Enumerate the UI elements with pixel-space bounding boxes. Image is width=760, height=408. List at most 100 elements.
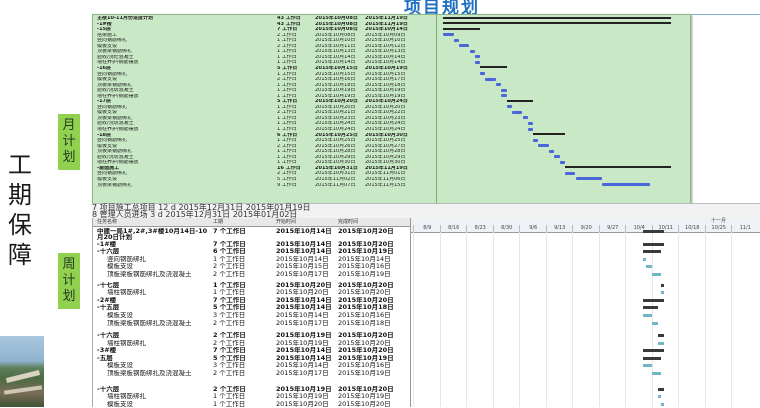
- summary-task-row[interactable]: -十五层 5 个工作日 2015年10月14日 2015年10月18日: [93, 304, 411, 312]
- summary-task-row[interactable]: -十七层 1 个工作日 2015年10月20日 2015年10月20日: [93, 282, 411, 290]
- task-bar[interactable]: [496, 83, 502, 87]
- summary-task-row[interactable]: -2#楼 7 个工作日 2015年10月14日 2015年10月20日: [93, 297, 411, 305]
- task-bar[interactable]: [527, 127, 534, 131]
- task-bar[interactable]: [506, 105, 512, 109]
- summary-bar[interactable]: [643, 306, 658, 310]
- task-row[interactable]: 验收/浇砼混凝土 1 工作日 2015年10月14日 2015年10月14日: [93, 55, 690, 60]
- summary-task-row[interactable]: -十六层 2 个工作日 2015年10月19日 2015年10月20日: [93, 386, 411, 394]
- task-row[interactable]: 模板支设 2 工作日 2015年10月11日 2015年10月12日: [93, 44, 690, 49]
- summary-bar[interactable]: [564, 166, 671, 169]
- task-bar[interactable]: [458, 44, 470, 48]
- task-row[interactable]: 墙柱钢筋绑扎 2 个工作日 2015年10月19日 2015年10月20日: [93, 340, 411, 348]
- summary-bar[interactable]: [443, 22, 671, 25]
- summary-bar[interactable]: [643, 356, 661, 360]
- task-row[interactable]: 模板支设 2 工作日 2015年10月26日 2015年10月27日: [93, 144, 690, 149]
- task-bar[interactable]: [652, 272, 661, 276]
- task-bar[interactable]: [643, 313, 652, 317]
- task-row[interactable]: 顶板梁钢筋绑扎 1 工作日 2015年10月18日 2015年10月18日: [93, 83, 690, 88]
- col-header-duration[interactable]: 工期: [213, 218, 223, 226]
- task-bar[interactable]: [658, 341, 664, 345]
- task-row[interactable]: 顶板梁板钢筋绑扎及浇混凝土 2 个工作日 2015年10月17日 2015年10月18…: [93, 320, 411, 333]
- task-bar[interactable]: [501, 94, 507, 98]
- summary-bar[interactable]: [506, 99, 534, 102]
- task-row[interactable]: 模板支设 3 个工作日 2015年10月14日 2015年10月16日: [93, 312, 411, 320]
- summary-task-row[interactable]: -十六层 2 个工作日 2015年10月19日 2015年10月20日: [93, 332, 411, 340]
- task-row[interactable]: 竖向钢筋绑扎 1 工作日 2015年10月20日 2015年10月20日: [93, 105, 690, 110]
- summary-task-row[interactable]: -五层 5 个工作日 2015年10月14日 2015年10月19日: [93, 355, 411, 363]
- task-bar[interactable]: [474, 55, 481, 59]
- task-row[interactable]: 顶板梁钢筋绑扎 1 工作日 2015年10月13日 2015年10月13日: [93, 49, 690, 54]
- summary-bar[interactable]: [443, 16, 671, 19]
- col-header-end[interactable]: 完成时间: [338, 218, 358, 226]
- task-row[interactable]: 顶板梁板钢筋绑扎及浇混凝土 2 个工作日 2015年10月17日 2015年10月19…: [93, 370, 411, 383]
- summary-task-row[interactable]: -18层 6 工作日 2015年10月25日 2015年10月30日: [93, 133, 690, 138]
- task-row[interactable]: 验收/浇筑混凝土 1 工作日 2015年10月29日 2015年10月29日: [93, 155, 690, 160]
- task-row[interactable]: 顶板梁钢筋绑扎 1 工作日 2015年10月23日 2015年10月23日: [93, 116, 690, 121]
- task-bar[interactable]: [658, 395, 661, 399]
- summary-bar[interactable]: [480, 66, 507, 69]
- task-bar[interactable]: [443, 33, 454, 37]
- task-row[interactable]: 墙柱钢筋绑扎 1 个工作日 2015年10月19日 2015年10月19日: [93, 393, 411, 401]
- task-row[interactable]: 模板支设 2 个工作日 2015年10月15日 2015年10月16日: [93, 263, 411, 271]
- task-bar[interactable]: [485, 77, 496, 81]
- task-bar[interactable]: [474, 60, 481, 64]
- task-bar[interactable]: [564, 171, 576, 175]
- task-row[interactable]: 验收/浇筑混凝土 1 工作日 2015年10月24日 2015年10月24日: [93, 121, 690, 126]
- summary-bar[interactable]: [443, 27, 481, 30]
- summary-task-row[interactable]: 中建一局1#,2#,3#楼10月14日-10月20日计划 7 个工作日 2015年1…: [93, 228, 411, 241]
- summary-bar[interactable]: [533, 133, 565, 136]
- task-bar[interactable]: [652, 321, 658, 325]
- summary-task-row[interactable]: -3#楼 7 个工作日 2015年10月14日 2015年10月20日: [93, 347, 411, 355]
- task-bar[interactable]: [527, 121, 534, 125]
- summary-bar[interactable]: [661, 283, 664, 287]
- summary-bar[interactable]: [643, 242, 664, 246]
- task-row[interactable]: 模板支设 3 个工作日 2015年10月14日 2015年10月16日: [93, 362, 411, 370]
- task-bar[interactable]: [661, 291, 664, 295]
- summary-bar[interactable]: [643, 250, 661, 254]
- summary-task-row[interactable]: -十六层 6 个工作日 2015年10月14日 2015年10月19日: [93, 248, 411, 256]
- task-bar[interactable]: [538, 144, 549, 148]
- task-bar[interactable]: [469, 49, 475, 53]
- task-bar[interactable]: [533, 138, 539, 142]
- task-bar[interactable]: [643, 364, 652, 368]
- summary-bar[interactable]: [643, 349, 664, 353]
- task-row[interactable]: 竖向钢筋绑扎 2 工作日 2015年10月31日 2015年11月01日: [93, 171, 690, 176]
- task-bar[interactable]: [652, 372, 661, 375]
- summary-task-row[interactable]: -16层 5 工作日 2015年10月15日 2015年10月19日: [93, 66, 690, 71]
- summary-task-row[interactable]: -15层 7 工作日 2015年10月08日 2015年10月14日: [93, 27, 690, 32]
- task-row[interactable]: 墙柱养护/钢筋摆放 1 工作日 2015年10月24日 2015年10月24日: [93, 127, 690, 132]
- task-bar[interactable]: [602, 183, 650, 186]
- task-bar[interactable]: [559, 160, 565, 164]
- summary-bar[interactable]: [643, 298, 664, 302]
- summary-bar[interactable]: [658, 387, 664, 391]
- task-row[interactable]: 竖向钢筋绑扎 1 工作日 2015年10月25日 2015年10月25日: [93, 138, 690, 143]
- task-row[interactable]: 顶板梁板钢筋绑扎及浇混凝土 2 个工作日 2015年10月17日 2015年10月19…: [93, 271, 411, 279]
- task-row[interactable]: 墙柱钢筋绑扎 1 个工作日 2015年10月20日 2015年10月20日: [93, 289, 411, 297]
- task-row[interactable]: 模板支设 2 工作日 2015年10月16日 2015年10月17日: [93, 77, 690, 82]
- summary-bar[interactable]: [658, 334, 664, 337]
- task-bar[interactable]: [575, 177, 602, 181]
- col-header-start[interactable]: 开始时间: [276, 218, 296, 226]
- task-row[interactable]: 竖向钢筋绑扎 1 工作日 2015年10月10日 2015年10月10日: [93, 38, 690, 43]
- task-bar[interactable]: [554, 155, 560, 159]
- task-row[interactable]: 墙柱养护/钢筋摆放 1 工作日 2015年10月14日 2015年10月14日: [93, 60, 690, 65]
- task-bar[interactable]: [453, 38, 459, 42]
- task-bar[interactable]: [480, 72, 486, 75]
- task-row[interactable]: 顶板梁钢筋绑扎 1 工作日 2015年10月28日 2015年10月28日: [93, 149, 690, 154]
- summary-bar[interactable]: [643, 230, 664, 233]
- task-bar[interactable]: [661, 402, 664, 406]
- task-bar[interactable]: [522, 116, 528, 120]
- task-row[interactable]: 竖向钢筋绑扎 1 个工作日 2015年10月14日 2015年10月14日: [93, 256, 411, 264]
- task-row[interactable]: 顶板梁钢筋绑扎 9 工作日 2015年11月07日 2015年11月15日: [93, 183, 690, 188]
- task-bar[interactable]: [646, 265, 652, 269]
- task-bar[interactable]: [643, 257, 646, 261]
- task-row[interactable]: 墙柱养护/钢筋摆放 1 工作日 2015年10月30日 2015年10月30日: [93, 160, 690, 165]
- task-bar[interactable]: [511, 110, 523, 114]
- summary-task-row[interactable]: -17层 5 工作日 2015年10月20日 2015年10月24日: [93, 99, 690, 104]
- task-row[interactable]: 墙柱养护/钢筋摆放 1 工作日 2015年10月19日 2015年10月19日: [93, 94, 690, 99]
- task-row[interactable]: 竖向钢筋绑扎 1 工作日 2015年10月15日 2015年10月15日: [93, 72, 690, 77]
- summary-task-row[interactable]: -1#楼 7 个工作日 2015年10月14日 2015年10月20日: [93, 241, 411, 249]
- task-row[interactable]: 模板支设 2 工作日 2015年10月21日 2015年10月22日: [93, 110, 690, 115]
- col-header-name[interactable]: 任务名称: [97, 218, 117, 226]
- task-bar[interactable]: [549, 149, 555, 153]
